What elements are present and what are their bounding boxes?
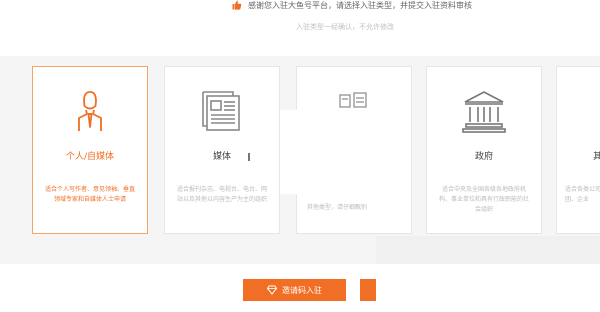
thumbs-up-icon [232,0,242,10]
notice-text: 感谢您入驻大鱼号平台，请选择入驻类型，并提交入驻资料审核 [248,0,472,10]
overlay-panel [280,110,360,194]
card-enterprise-desc: 适合各类公司、社团、企业 [565,186,600,203]
card-other-desc: 其他类型，请仔细甄别 [307,204,368,211]
government-building-icon [462,91,506,133]
invite-code-button[interactable]: 邀请码入驻 [243,279,346,301]
document-icon [202,91,240,131]
card-enterprise[interactable]: 其 适合各类公司、社团、企业 [556,66,600,234]
person-icon [78,91,102,131]
card-personal-desc: 适合个人写作者、意见领袖、垂直领域专家和自媒体人士申请 [45,186,136,203]
card-government-title: 政府 [474,152,493,162]
card-personal[interactable]: 个人/自媒体 适合个人写作者、意见领袖、垂直领域专家和自媒体人士申请 [32,66,148,234]
secondary-orange-button[interactable] [360,279,376,301]
card-media-desc: 适合报刊杂志、电视台、电台、网站以及其他以内容生产为主的组织 [177,186,268,203]
invite-code-label: 邀请码入驻 [282,285,322,295]
card-media[interactable]: 媒体 适合报刊杂志、电视台、电台、网站以及其他以内容生产为主的组织 [164,66,280,234]
type-lock-hint: 入驻类型一经确认，不允许修改 [296,23,394,31]
card-enterprise-title: 其 [593,152,600,162]
welcome-notice: 感谢您入驻大鱼号平台，请选择入驻类型，并提交入驻资料审核 [232,0,472,10]
building-box-icon [339,92,367,108]
text-cursor-mark [248,153,250,161]
overlay-gray-panel [376,236,600,264]
card-government-desc: 适合中央及全国各级各地政府机构、事业单位和具有行政职能的社会组织 [439,186,530,213]
card-personal-title: 个人/自媒体 [65,152,115,162]
diamond-icon [267,285,277,295]
card-government[interactable]: 政府 适合中央及全国各级各地政府机构、事业单位和具有行政职能的社会组织 [426,66,542,234]
card-media-title: 媒体 [212,152,231,162]
